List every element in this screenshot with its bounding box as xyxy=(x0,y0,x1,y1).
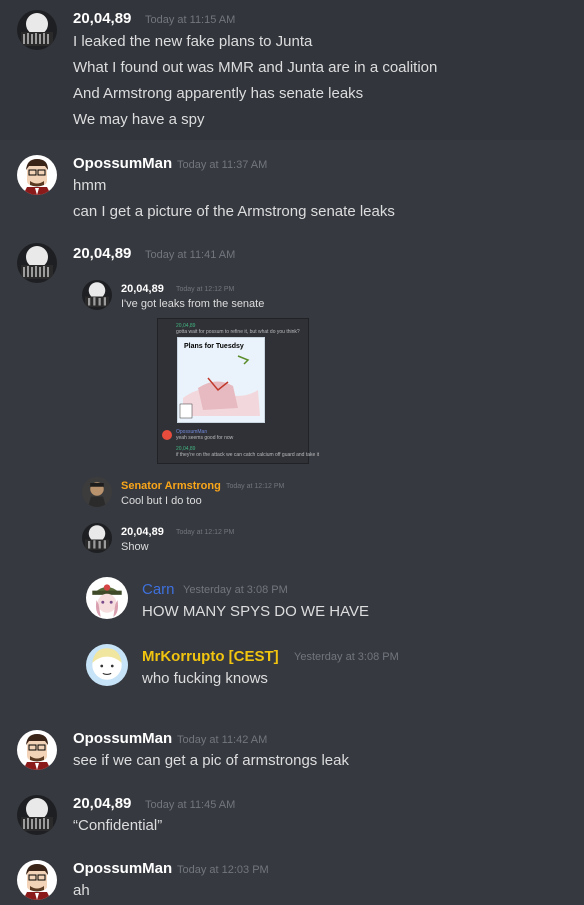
embedded-text: gotta wait for possum to refine it, but … xyxy=(176,329,300,335)
avatar[interactable] xyxy=(17,795,57,835)
message-text: What I found out was MMR and Junta are i… xyxy=(73,59,438,76)
message-text: hmm xyxy=(73,177,107,194)
message-group: 20,04,89 Today at 11:45 AM “Confidential… xyxy=(0,790,584,845)
message-text: can I get a picture of the Armstrong sen… xyxy=(73,203,395,220)
author-name[interactable]: 20,04,89 xyxy=(73,10,131,27)
nested-message: Carn Yesterday at 3:08 PM HOW MANY SPYS … xyxy=(0,575,584,625)
message-text: who fucking knows xyxy=(142,670,268,687)
timestamp: Today at 11:41 AM xyxy=(145,249,236,261)
timestamp: Today at 12:12 PM xyxy=(176,286,235,293)
timestamp: Yesterday at 3:08 PM xyxy=(183,584,288,596)
author-name[interactable]: OpossumMan xyxy=(73,155,172,172)
message-text: ah xyxy=(73,882,90,899)
author-name: Senator Armstrong xyxy=(121,480,221,492)
author-name: 20,04,89 xyxy=(121,526,164,538)
avatar[interactable] xyxy=(17,860,57,900)
author-name[interactable]: 20,04,89 xyxy=(73,245,131,262)
screenshot-message: 20,04,89 Today at 12:12 PM I've got leak… xyxy=(0,280,584,320)
timestamp: Today at 11:42 AM xyxy=(177,734,268,746)
avatar xyxy=(162,430,172,440)
author-name[interactable]: 20,04,89 xyxy=(73,795,131,812)
message-group: OpossumMan Today at 11:37 AM hmm can I g… xyxy=(0,150,584,230)
avatar[interactable] xyxy=(17,243,57,283)
avatar xyxy=(86,577,128,619)
avatar xyxy=(82,477,112,507)
message-text: I leaked the new fake plans to Junta xyxy=(73,33,313,50)
avatar[interactable] xyxy=(17,10,57,50)
timestamp: Today at 11:37 AM xyxy=(177,159,268,171)
avatar xyxy=(82,523,112,553)
nested-message: MrKorrupto [CEST] Yesterday at 3:08 PM w… xyxy=(0,642,584,692)
message-group: 20,04,89 Today at 11:15 AM I leaked the … xyxy=(0,0,584,140)
timestamp: Today at 12:12 PM xyxy=(226,483,285,490)
avatar xyxy=(82,280,112,310)
message-text: “Confidential” xyxy=(73,817,163,834)
message-text: I've got leaks from the senate xyxy=(121,298,265,310)
plan-map: Plans for Tuesdsy xyxy=(177,337,265,423)
timestamp: Today at 12:03 PM xyxy=(177,864,269,876)
message-text: Show xyxy=(121,541,149,553)
message-text: Cool but I do too xyxy=(121,495,202,507)
message-text: We may have a spy xyxy=(73,111,205,128)
message-text: HOW MANY SPYS DO WE HAVE xyxy=(142,603,369,620)
message-text: see if we can get a pic of armstrongs le… xyxy=(73,752,349,769)
author-name: MrKorrupto [CEST] xyxy=(142,648,279,665)
author-name[interactable]: OpossumMan xyxy=(73,730,172,747)
timestamp: Today at 12:12 PM xyxy=(176,529,235,536)
avatar xyxy=(86,644,128,686)
author-name[interactable]: OpossumMan xyxy=(73,860,172,877)
author-name: 20,04,89 xyxy=(121,283,164,295)
map-graphic xyxy=(179,355,260,419)
screenshot-message: Senator Armstrong Today at 12:12 PM Cool… xyxy=(0,477,584,517)
avatar[interactable] xyxy=(17,155,57,195)
timestamp: Today at 11:45 AM xyxy=(145,799,236,811)
avatar[interactable] xyxy=(17,730,57,770)
author-name: Carn xyxy=(142,581,175,598)
timestamp: Today at 11:15 AM xyxy=(145,14,236,26)
embedded-text: if they're on the attack we can catch ca… xyxy=(176,452,320,458)
message-group: OpossumMan Today at 12:03 PM ah xyxy=(0,855,584,905)
timestamp: Yesterday at 3:08 PM xyxy=(294,651,399,663)
message-text: And Armstrong apparently has senate leak… xyxy=(73,85,364,102)
screenshot-message: 20,04,89 Today at 12:12 PM Show xyxy=(0,523,584,563)
embedded-text: yeah seems good for now xyxy=(176,435,234,441)
embedded-image[interactable]: 20,04,89 gotta wait for possum to refine… xyxy=(157,318,319,464)
message-group: OpossumMan Today at 11:42 AM see if we c… xyxy=(0,725,584,780)
